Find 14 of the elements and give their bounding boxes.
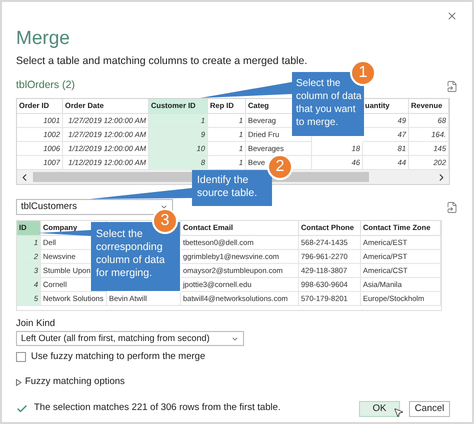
checkbox-label: Use fuzzy matching to perform the merge	[31, 350, 206, 364]
step-badge: 3	[152, 208, 178, 234]
window-title: Merge	[16, 28, 71, 50]
description: Select a table and matching columns to create a merged table.	[16, 55, 308, 68]
table-name: tblOrders (2)	[16, 78, 75, 94]
table-select[interactable]: tblCustomers	[16, 199, 173, 215]
join-kind-select[interactable]: Left Outer (all from first, matching from second)	[16, 331, 244, 346]
step-badge: 1	[350, 60, 376, 86]
cancel-button[interactable]: Cancel	[409, 400, 450, 416]
ok-button[interactable]: OK	[359, 400, 400, 416]
field-label: Join Kind	[16, 318, 56, 330]
fuzzy-options-toggle[interactable]: Fuzzy matching options	[16, 375, 125, 390]
status-text: The selection matches 221 of 306 rows from the first table.	[34, 401, 281, 416]
callout-text: Identify the source table.	[197, 174, 258, 200]
